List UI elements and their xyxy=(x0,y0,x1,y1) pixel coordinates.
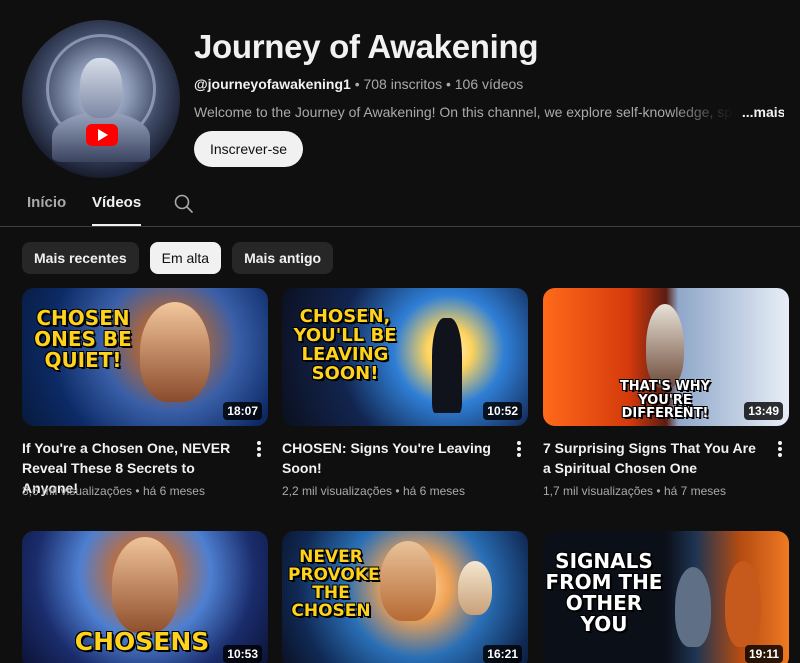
meta-separator: • xyxy=(445,76,451,92)
video-duration: 19:11 xyxy=(744,645,783,663)
thumbnail-figure xyxy=(675,567,711,647)
channel-header: Journey of Awakening @journeyofawakening… xyxy=(0,0,800,180)
view-count: 2,2 mil visualizações xyxy=(282,484,393,498)
thumbnail-figure xyxy=(646,304,684,388)
thumbnail-caption: CHOSENS xyxy=(74,627,210,656)
video-duration: 10:53 xyxy=(223,645,262,663)
subscriber-count: 708 inscritos xyxy=(363,76,443,92)
thumbnail-figure xyxy=(140,302,210,402)
thumbnail-caption: SIGNALS FROM THE OTHER YOU xyxy=(545,551,663,635)
thumbnail-caption-text: SIGNALS FROM THE OTHER YOU xyxy=(545,549,663,636)
thumbnail-figure xyxy=(432,318,462,413)
video-duration: 10:52 xyxy=(483,402,522,420)
upload-age: há 7 meses xyxy=(663,484,726,498)
video-meta: 2,2 mil visualizações • há 6 meses xyxy=(282,484,465,498)
view-count: 1,7 mil visualizações xyxy=(543,484,654,498)
video-meta: 3,6 mil visualizações • há 6 meses xyxy=(22,484,205,498)
avatar-figure-face xyxy=(80,58,122,118)
channel-title: Journey of Awakening xyxy=(194,28,539,65)
video-count: 106 vídeos xyxy=(454,76,524,92)
video-thumbnail[interactable]: THAT'S WHY YOU'RE DIFFERENT! 13:49 xyxy=(543,288,789,426)
view-count: 3,6 mil visualizações xyxy=(22,484,133,498)
active-tab-indicator xyxy=(92,224,141,226)
thumbnail-figure xyxy=(112,537,178,633)
chip-mais-antigo[interactable]: Mais antigo xyxy=(232,242,334,274)
video-thumbnail[interactable]: CHOSEN ONES BE QUIET! 18:07 xyxy=(22,288,268,426)
description-text: Welcome to the Journey of Awakening! On … xyxy=(194,104,734,120)
channel-description[interactable]: Welcome to the Journey of Awakening! On … xyxy=(194,104,784,120)
video-meta: 1,7 mil visualizações • há 7 meses xyxy=(543,484,726,498)
chip-em-alta[interactable]: Em alta xyxy=(149,242,222,274)
video-title[interactable]: 7 Surprising Signs That You Are a Spirit… xyxy=(543,438,767,478)
thumbnail-mask xyxy=(458,561,492,615)
video-thumbnail[interactable]: SIGNALS FROM THE OTHER YOU 19:11 xyxy=(543,531,789,663)
tab-inicio[interactable]: Início xyxy=(27,194,66,211)
tab-videos[interactable]: Vídeos xyxy=(92,194,141,211)
thumbnail-caption: NEVER PROVOKE THE CHOSEN xyxy=(288,547,380,621)
channel-meta: @journeyofawakening1 • 708 inscritos • 1… xyxy=(194,76,523,92)
more-options-icon[interactable] xyxy=(777,441,783,457)
sort-chips: Mais recentes Em alta Mais antigo xyxy=(22,242,334,274)
subscribe-button[interactable]: Inscrever-se xyxy=(194,131,304,167)
chip-mais-recentes[interactable]: Mais recentes xyxy=(22,242,139,274)
meta-separator: • xyxy=(395,484,400,498)
meta-separator: • xyxy=(135,484,140,498)
thumbnail-caption: THAT'S WHY YOU'RE DIFFERENT! xyxy=(619,379,711,422)
thumbnail-figure xyxy=(380,541,436,621)
thumbnail-caption: CHOSEN ONES BE QUIET! xyxy=(34,306,132,372)
video-duration: 13:49 xyxy=(744,402,783,420)
video-duration: 18:07 xyxy=(223,402,262,420)
video-thumbnail[interactable]: CHOSENS 10:53 xyxy=(22,531,268,663)
channel-tabs: Início Vídeos xyxy=(0,182,800,227)
video-thumbnail[interactable]: CHOSEN, YOU'LL BE LEAVING SOON! 10:52 xyxy=(282,288,528,426)
youtube-logo-icon xyxy=(86,124,118,146)
meta-separator: • xyxy=(354,76,360,92)
thumbnail-figure xyxy=(725,561,761,647)
upload-age: há 6 meses xyxy=(142,484,205,498)
video-duration: 16:21 xyxy=(483,645,522,663)
channel-handle[interactable]: @journeyofawakening1 xyxy=(194,76,351,92)
more-link[interactable]: ...mais xyxy=(742,104,784,120)
search-icon[interactable] xyxy=(172,192,196,216)
video-title[interactable]: CHOSEN: Signs You're Leaving Soon! xyxy=(282,438,506,478)
more-options-icon[interactable] xyxy=(256,441,262,457)
channel-avatar[interactable] xyxy=(22,20,180,178)
thumbnail-caption: CHOSEN, YOU'LL BE LEAVING SOON! xyxy=(293,306,397,384)
more-options-icon[interactable] xyxy=(516,441,522,457)
meta-separator: • xyxy=(656,484,661,498)
upload-age: há 6 meses xyxy=(402,484,465,498)
video-thumbnail[interactable]: NEVER PROVOKE THE CHOSEN 16:21 xyxy=(282,531,528,663)
